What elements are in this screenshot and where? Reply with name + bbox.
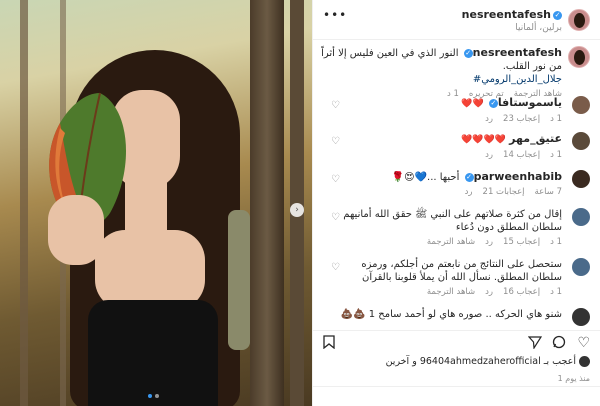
bookmark-icon[interactable] [323, 335, 335, 353]
post-header: nesreentafesh ✓ برلين، ألمانيا ••• [313, 0, 600, 40]
reply-link[interactable]: رد [465, 187, 473, 197]
reply-link[interactable]: رد [485, 237, 493, 247]
like-comment-icon[interactable]: ♡ [331, 174, 340, 185]
comment-item: شنو هاي الحركه .. صوره هاي لو أحمد سامح … [321, 308, 592, 326]
caption-hashtag[interactable]: جلال_الدين_الرومي# [321, 73, 562, 86]
black-top [88, 300, 218, 406]
like-comment-icon[interactable]: ♡ [331, 136, 340, 147]
chest-shape [95, 230, 205, 310]
reply-link[interactable]: رد [485, 114, 493, 124]
comment-item: parweenhabib✓ أحبها ...💙😍🌹 7 ساعة إعجابات… [321, 170, 592, 197]
post-details-pane: nesreentafesh ✓ برلين، ألمانيا ••• nesree… [312, 0, 600, 406]
comment-text: ❤️❤️❤️❤️ [461, 135, 506, 145]
commenter-avatar[interactable] [572, 170, 590, 188]
likes-summary[interactable]: أعجب بـ 96404ahmedzaherofficial و آخرين [386, 356, 590, 367]
author-username[interactable]: nesreentafesh [462, 8, 551, 21]
comment-icon[interactable] [552, 335, 566, 353]
comment-text: شنو هاي الحركه .. صوره هاي لو أحمد سامح … [340, 309, 562, 320]
commenter-avatar[interactable] [572, 258, 590, 276]
post-window: › nesreentafesh ✓ برلين، ألمانيا ••• nesr… [0, 0, 600, 406]
commenter-avatar[interactable] [572, 132, 590, 150]
comment-likes: إعجاب 16 [503, 287, 541, 297]
comment-likes: إعجاب 15 [503, 237, 541, 247]
reply-link[interactable]: رد [485, 287, 493, 297]
backpack-strap [228, 210, 250, 350]
comment-age: 1 د [550, 287, 562, 297]
comment-item: ياسموستافا✓ ❤️❤️ 1 د إعجاب 23 رد ♡ [321, 96, 592, 124]
comment-item: إقال من كثرة صلاتهم على النبي ﷺ حقق الله… [321, 208, 592, 247]
carousel-dots [148, 394, 159, 398]
verified-icon: ✓ [463, 48, 473, 58]
verified-icon: ✓ [464, 172, 474, 182]
comment-age: 7 ساعة [534, 187, 562, 197]
carousel-dot [155, 394, 159, 398]
like-comment-icon[interactable]: ♡ [331, 100, 340, 111]
tree-trunk [20, 0, 28, 406]
caption-avatar[interactable] [568, 46, 590, 68]
comment-text: ستحصل على النتائج من نابعتم من أجلكم، ور… [361, 259, 562, 283]
comment-text: ❤️❤️ [461, 99, 484, 109]
commenter-avatar[interactable] [572, 308, 590, 326]
comment-username[interactable]: parweenhabib [474, 170, 562, 183]
caption: nesreentafesh✓ النور الذي في العين فليس … [321, 46, 592, 99]
liker-avatar [579, 356, 590, 367]
reply-link[interactable]: رد [485, 150, 493, 160]
comment-likes: إعجاب 14 [503, 150, 541, 160]
comment-item: عتيق_مهر ❤️❤️❤️❤️ 1 د إعجاب 14 رد ♡ [321, 132, 592, 160]
carousel-dot-active [148, 394, 152, 398]
comment-age: 1 د [550, 114, 562, 124]
comment-likes: إعجابات 21 [482, 187, 525, 197]
post-date: منذ يوم 1 [557, 374, 590, 383]
heart-icon[interactable]: ♡ [577, 335, 590, 351]
comment-likes: إعجاب 23 [503, 114, 541, 124]
post-location[interactable]: برلين، ألمانيا [515, 23, 562, 33]
like-comment-icon[interactable]: ♡ [331, 212, 340, 223]
verified-icon: ✓ [553, 10, 562, 20]
tree-trunk [250, 0, 284, 406]
commenter-avatar[interactable] [572, 96, 590, 114]
comment-text: أحبها ...💙😍🌹 [391, 172, 460, 183]
like-comment-icon[interactable]: ♡ [331, 262, 340, 273]
see-translation-link[interactable]: شاهد الترجمة [427, 237, 475, 247]
comment-username[interactable]: ياسموستافا [498, 96, 562, 109]
more-dots-icon[interactable]: ••• [323, 8, 347, 22]
comment-age: 1 د [550, 237, 562, 247]
author-avatar[interactable] [568, 9, 590, 31]
see-translation-link[interactable]: شاهد الترجمة [427, 287, 475, 297]
caption-username[interactable]: nesreentafesh [473, 46, 562, 59]
action-bar: ♡ [313, 330, 600, 352]
verified-icon: ✓ [488, 98, 498, 108]
hand-shape [48, 195, 104, 265]
share-icon[interactable] [527, 335, 543, 353]
comment-age: 1 د [550, 150, 562, 160]
commenter-avatar[interactable] [572, 208, 590, 226]
next-photo-button[interactable]: › [290, 203, 304, 217]
comment-text: إقال من كثرة صلاتهم على النبي ﷺ حقق الله… [343, 209, 562, 233]
comment-username[interactable]: عتيق_مهر [509, 132, 562, 145]
comment-item: ستحصل على النتائج من نابعتم من أجلكم، ور… [321, 258, 592, 297]
add-comment-bar[interactable] [313, 386, 600, 406]
post-photo[interactable]: › [0, 0, 312, 406]
